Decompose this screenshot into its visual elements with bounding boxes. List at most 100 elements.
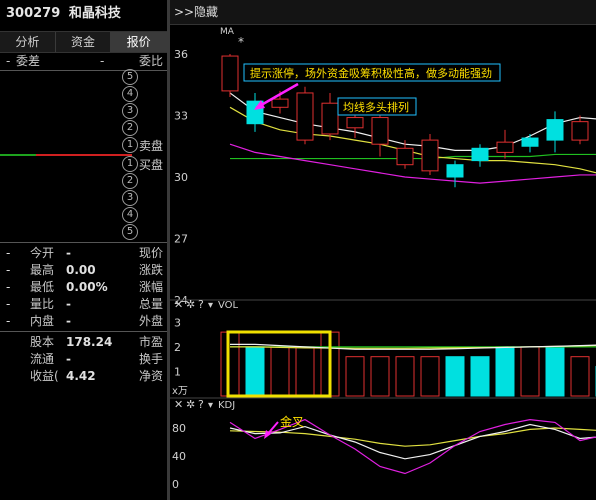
sell-level-2: 2: [122, 120, 138, 136]
y-tick-label: 36: [174, 48, 188, 61]
tab-quote[interactable]: 报价: [111, 32, 168, 52]
stat-row: 最低 - 0.00% 涨幅: [0, 279, 167, 295]
y-tick-label: 33: [174, 110, 188, 123]
volume-bar: [345, 356, 365, 397]
hide-button[interactable]: 隐藏: [194, 0, 218, 24]
ma-star: *: [238, 35, 244, 49]
chevron-down-icon: ▾: [208, 400, 213, 411]
candle: [446, 164, 464, 178]
stat-label-right: 现价: [138, 246, 163, 260]
vol-title: VOL: [218, 300, 239, 311]
candle: [221, 55, 239, 92]
stat-value-right: -: [66, 246, 71, 260]
volume-bar: [520, 346, 540, 397]
candle: [396, 147, 414, 166]
help-icon: ?: [198, 398, 204, 411]
stat-label-left: 最高: [30, 263, 55, 277]
kdj-k-line: [229, 423, 596, 460]
stat-value-left: -: [6, 246, 11, 260]
stock-title: 300279 和晶科技: [0, 0, 167, 28]
vol-unit-label: x万: [172, 386, 188, 397]
chart-toolbar: >> 隐藏: [170, 0, 596, 25]
kline-chart[interactable]: MA*3633302724提示涨停，场外资金吸筹积极性高，做多动能强劲均线多头排…: [170, 24, 596, 500]
buy-level-1: 1: [122, 156, 138, 172]
stat-row: 收益( 4.42 净资: [0, 368, 167, 384]
stat-label-left: 收益(: [30, 369, 59, 383]
annotation-note-2: 均线多头排列: [343, 100, 409, 114]
vol-y-tick: 1: [174, 365, 181, 378]
candle: [546, 119, 564, 141]
candle: [521, 137, 539, 147]
stat-value-right: 0.00%: [66, 280, 108, 294]
candle: [421, 139, 439, 172]
divider: [0, 331, 167, 332]
stat-label-right: 净资: [138, 369, 163, 383]
ma-label: MA: [220, 27, 235, 37]
gear-icon: ✲: [186, 398, 195, 411]
stat-row: 量比 - - 总量: [0, 296, 167, 312]
kdj-y-tick: 0: [172, 478, 179, 491]
buy-level-4: 4: [122, 207, 138, 223]
sell-level-5: 5: [122, 69, 138, 85]
stat-label-left: 今开: [30, 246, 55, 260]
stat-label-left: 股本: [30, 335, 55, 349]
weibi-value: -: [100, 54, 105, 68]
volume-bar: [270, 346, 290, 397]
stat-label-right: 总量: [138, 297, 163, 311]
stat-label-right: 外盘: [138, 314, 163, 328]
volume-bar: [395, 356, 415, 397]
stat-label-right: 换手: [138, 352, 163, 366]
stat-label-right: 涨幅: [138, 280, 163, 294]
stat-row: 流通 - 换手: [0, 351, 167, 367]
stat-value-right: 4.42: [66, 369, 96, 383]
stat-label-left: 内盘: [30, 314, 55, 328]
help-icon: ?: [198, 298, 204, 311]
annotation-golden-cross: 金叉: [280, 414, 304, 429]
candle: [471, 147, 489, 162]
stat-label-right: 涨跌: [138, 263, 163, 277]
kdj-title: KDJ: [218, 400, 235, 411]
divider: [0, 242, 167, 243]
stock-code: 300279: [6, 6, 61, 21]
chevron-down-icon: ▾: [208, 300, 213, 311]
quote-tabs: 分析 资金 报价: [0, 31, 168, 53]
stat-value-right: -: [66, 297, 71, 311]
candle: [296, 92, 314, 141]
vol-y-tick: 3: [174, 316, 181, 329]
volume-bar: [495, 346, 515, 397]
stat-row: 内盘 - - 外盘: [0, 313, 167, 329]
stock-name: 和晶科技: [68, 6, 121, 21]
candle: [571, 121, 589, 141]
stat-value-left: -: [6, 297, 11, 311]
volume-bar: [370, 356, 390, 397]
sell-level-1: 1: [122, 137, 138, 153]
annotation-note-1: 提示涨停，场外资金吸筹积极性高，做多动能强劲: [250, 66, 492, 80]
kdj-d-line: [229, 427, 596, 447]
buy-label: 买盘: [138, 158, 163, 172]
stat-row: 今开 - - 现价: [0, 245, 167, 261]
weicha-label: 委差: [16, 54, 41, 68]
y-tick-label: 30: [174, 171, 188, 184]
stat-row: 最高 - 0.00 涨跌: [0, 262, 167, 278]
sell-level-4: 4: [122, 86, 138, 102]
collapse-button[interactable]: >>: [174, 0, 194, 24]
close-kdj-icon: ✕: [174, 398, 183, 411]
stat-label-left: 流通: [30, 352, 55, 366]
volume-bar: [470, 356, 490, 397]
stat-value-right: -: [66, 314, 71, 328]
stat-value-left: -: [6, 263, 11, 277]
tab-analysis[interactable]: 分析: [0, 32, 56, 52]
volume-bar: [545, 346, 565, 397]
kdj-y-tick: 80: [172, 422, 186, 435]
bid-ask-bar-red: [36, 154, 132, 156]
gear-icon: ✲: [186, 298, 195, 311]
weicha-value: -: [6, 54, 11, 68]
buy-level-3: 3: [122, 190, 138, 206]
buy-level-2: 2: [122, 173, 138, 189]
stat-value-left: -: [6, 280, 11, 294]
vol-y-tick: 2: [174, 341, 181, 354]
volume-bar: [420, 356, 440, 397]
volume-bar: [570, 356, 590, 397]
weibi-row: - 委差 - 委比: [0, 53, 167, 69]
tab-funds[interactable]: 资金: [56, 32, 112, 52]
